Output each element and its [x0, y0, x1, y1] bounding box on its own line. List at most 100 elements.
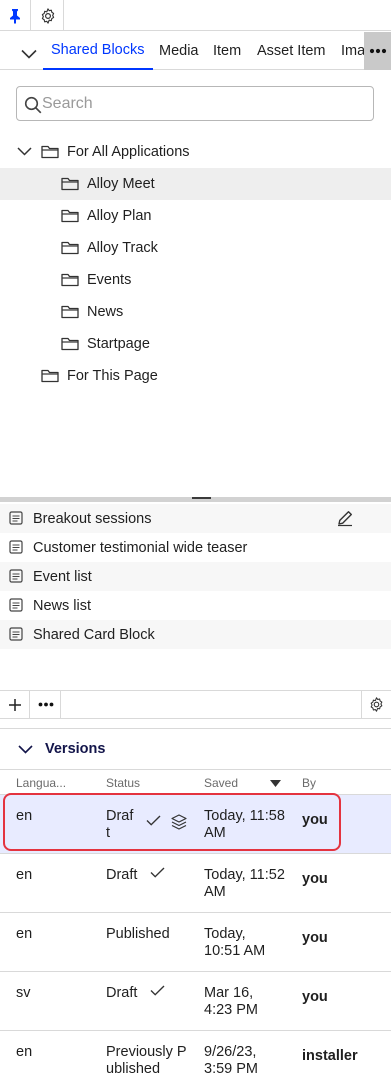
version-row[interactable]: sv Draft Mar 16, 4:23 PM you — [0, 972, 391, 1031]
sort-down-icon[interactable] — [270, 780, 281, 787]
block-label: Customer testimonial wide teaser — [33, 539, 248, 556]
tab-media[interactable]: Media — [159, 32, 199, 70]
tab-item[interactable]: Item — [213, 32, 241, 70]
version-row[interactable]: en Draft Today, 11:52 AM you — [0, 854, 391, 913]
block-icon — [9, 511, 23, 525]
tree-label: For This Page — [67, 368, 158, 384]
chevron-down-icon[interactable] — [18, 46, 40, 62]
block-icon — [9, 569, 23, 583]
folder-icon — [41, 144, 59, 159]
version-saved: Today, 11:52 AM — [204, 867, 285, 901]
tree-node-alloy-track[interactable]: Alloy Track — [0, 232, 391, 264]
column-header-language[interactable]: Langua... — [16, 776, 66, 790]
folder-icon — [61, 208, 79, 223]
pane-splitter[interactable] — [0, 497, 391, 502]
block-label: Event list — [33, 568, 92, 585]
saved-line-1: Today, — [204, 926, 246, 942]
top-toolbar — [0, 0, 391, 31]
column-header-by[interactable]: By — [302, 776, 316, 790]
search-box — [16, 86, 374, 121]
block-label: Breakout sessions — [33, 510, 152, 527]
tree-node-for-this-page[interactable]: For This Page — [0, 360, 391, 392]
version-language: en — [16, 1044, 33, 1060]
version-by: you — [302, 930, 328, 946]
saved-line-1: Mar 16, — [204, 985, 254, 1001]
saved-line-2: AM — [204, 884, 226, 900]
folder-icon — [61, 272, 79, 287]
tab-asset-item[interactable]: Asset Item — [257, 32, 326, 70]
check-icon — [150, 867, 165, 878]
folder-icon — [61, 336, 79, 351]
gear-icon[interactable] — [33, 0, 64, 31]
version-language: en — [16, 926, 33, 942]
gear-icon[interactable] — [361, 691, 391, 718]
folder-icon — [61, 240, 79, 255]
ellipsis-icon[interactable] — [31, 691, 61, 718]
block-item-breakout-sessions[interactable]: Breakout sessions — [0, 504, 391, 533]
tree-label: News — [87, 304, 124, 320]
tree-node-alloy-plan[interactable]: Alloy Plan — [0, 200, 391, 232]
tree-node-startpage[interactable]: Startpage — [0, 328, 391, 360]
blocks-toolbar — [0, 690, 391, 719]
version-by: installer — [302, 1048, 358, 1064]
tab-ima[interactable]: Ima — [341, 32, 365, 70]
saved-line-1: 9/26/23, — [204, 1044, 257, 1060]
selected-row-highlight — [3, 793, 341, 851]
pin-icon[interactable] — [0, 0, 31, 31]
folder-icon — [41, 368, 59, 383]
check-icon — [150, 985, 165, 996]
column-header-saved[interactable]: Saved — [204, 776, 238, 790]
column-header-status[interactable]: Status — [106, 776, 140, 790]
version-status: Previously P ublished — [106, 1044, 187, 1078]
status-line-1: Draft — [106, 985, 138, 1001]
tree-node-alloy-meet[interactable]: Alloy Meet — [0, 168, 391, 200]
block-icon — [9, 598, 23, 612]
version-saved: Today, 10:51 AM — [204, 926, 265, 960]
tree-label: Alloy Meet — [87, 176, 155, 192]
version-status: Published — [106, 926, 170, 943]
tree-label: Alloy Track — [87, 240, 158, 256]
block-item-shared-card-block[interactable]: Shared Card Block — [0, 620, 391, 649]
tree-label: Events — [87, 272, 132, 288]
splitter-grip[interactable] — [192, 497, 211, 499]
versions-column-headers: Langua... Status Saved By — [0, 769, 391, 795]
block-icon — [9, 627, 23, 641]
block-label: Shared Card Block — [33, 626, 155, 643]
saved-line-2: 10:51 AM — [204, 943, 266, 959]
tree-label: Alloy Plan — [87, 208, 152, 224]
search-icon — [24, 96, 42, 114]
status-line-2: ublished — [106, 1061, 161, 1077]
block-item-news-list[interactable]: News list — [0, 591, 391, 620]
block-icon — [9, 540, 23, 554]
status-line-1: Draft — [106, 867, 138, 883]
folder-icon — [61, 176, 79, 191]
tree-node-news[interactable]: News — [0, 296, 391, 328]
version-status: Draft — [106, 985, 137, 1002]
chevron-down-icon[interactable] — [17, 147, 32, 156]
tree-label: For All Applications — [67, 144, 190, 160]
version-saved: 9/26/23, 3:59 PM — [204, 1044, 258, 1078]
version-saved: Mar 16, 4:23 PM — [204, 985, 258, 1019]
version-row[interactable]: en Published Today, 10:51 AM you — [0, 913, 391, 972]
version-language: en — [16, 867, 33, 883]
block-label: News list — [33, 597, 92, 614]
versions-header[interactable]: Versions — [0, 728, 391, 768]
block-item-event-list[interactable]: Event list — [0, 562, 391, 591]
version-by: you — [302, 871, 328, 887]
plus-icon[interactable] — [0, 691, 30, 718]
versions-title: Versions — [45, 741, 106, 757]
tab-shared-blocks[interactable]: Shared Blocks — [43, 32, 153, 70]
tree-node-events[interactable]: Events — [0, 264, 391, 296]
search-input[interactable] — [42, 87, 362, 120]
chevron-down-icon[interactable] — [18, 745, 33, 754]
saved-line-2: 4:23 PM — [204, 1002, 258, 1018]
ellipsis-icon[interactable] — [364, 32, 391, 70]
version-row[interactable]: en Previously P ublished 9/26/23, 3:59 P… — [0, 1031, 391, 1085]
version-language: sv — [16, 985, 31, 1001]
tree-node-for-all-applications[interactable]: For All Applications — [0, 136, 391, 168]
block-item-customer-testimonial[interactable]: Customer testimonial wide teaser — [0, 533, 391, 562]
tree-label: Startpage — [87, 336, 150, 352]
pencil-icon[interactable] — [336, 509, 354, 527]
saved-line-1: Today, 11:52 — [204, 867, 285, 883]
tab-bar: Shared Blocks Media Item Asset Item Ima — [0, 32, 391, 70]
